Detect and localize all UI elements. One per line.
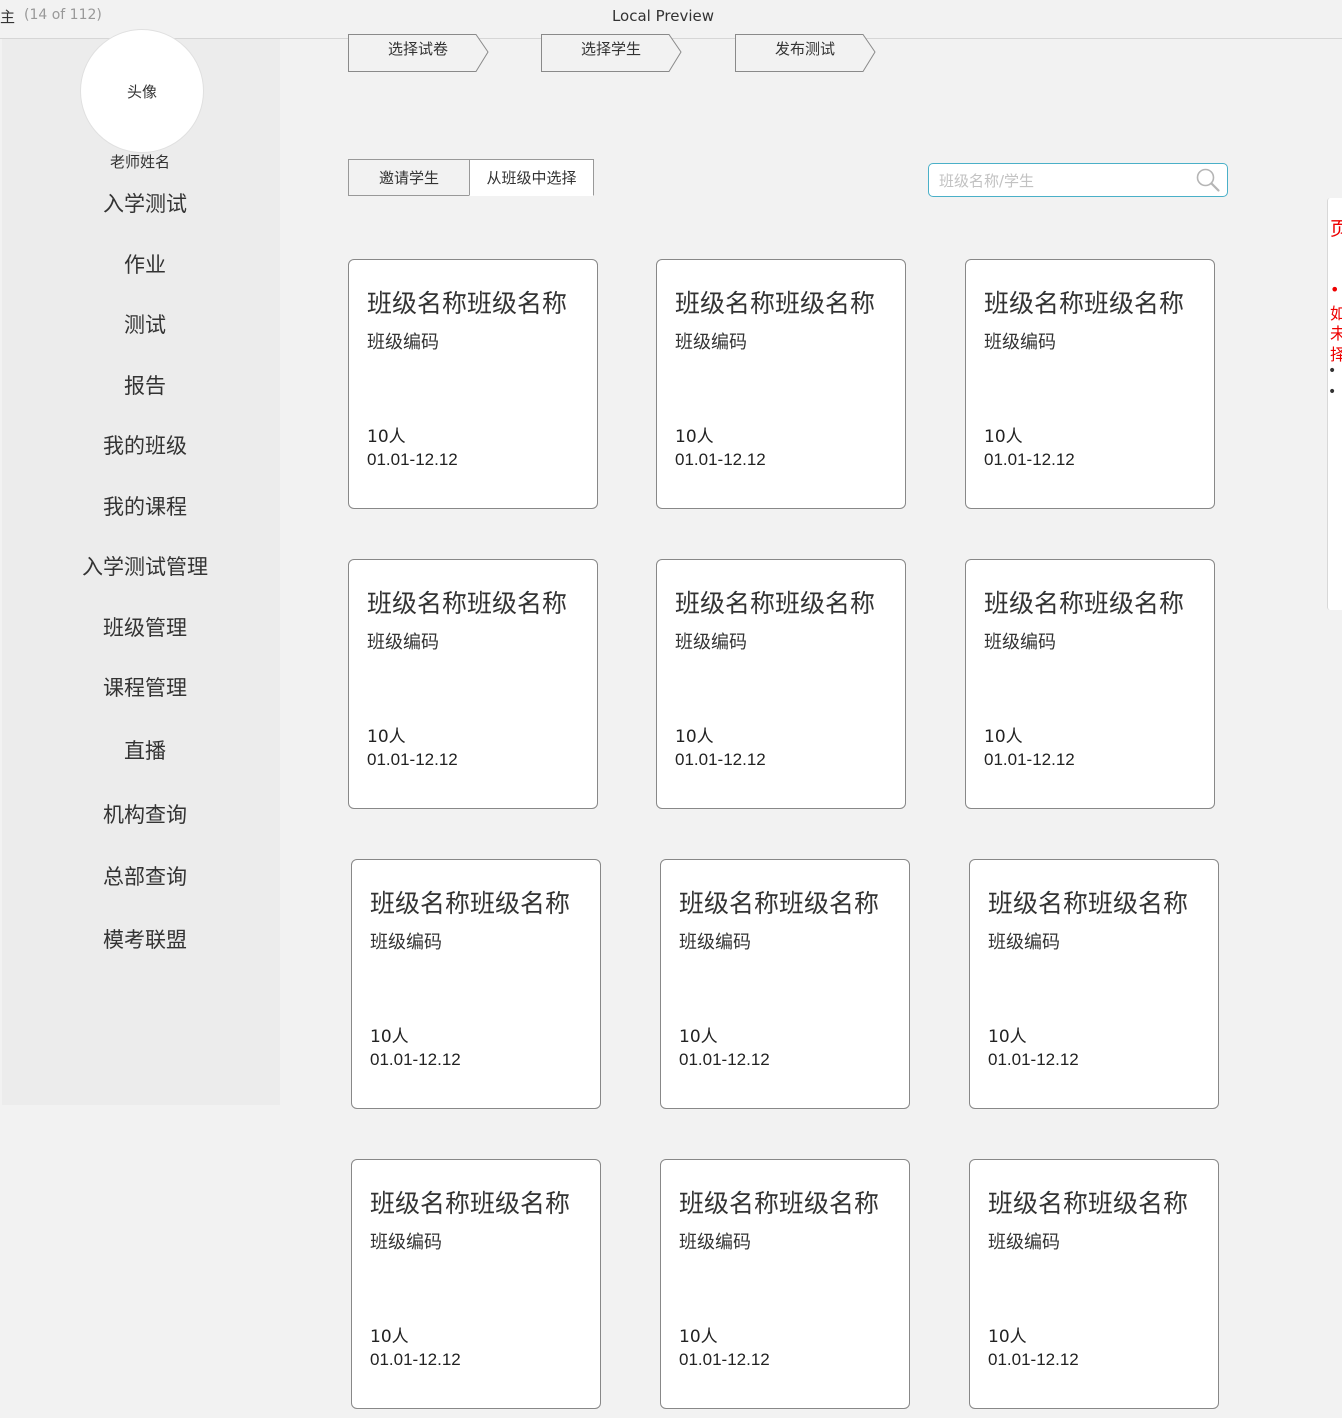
- student-count: 10人: [988, 1027, 1027, 1047]
- class-name: 班级名称班级名称: [988, 1189, 1189, 1218]
- avatar-label: 头像: [126, 82, 157, 101]
- class-name: 班级名称班级名称: [370, 889, 571, 918]
- student-count: 10人: [367, 427, 406, 447]
- student-count: 10人: [675, 727, 714, 747]
- date-range: 01.01-12.12: [370, 1050, 461, 1069]
- student-count: 10人: [675, 427, 714, 447]
- class-card[interactable]: 班级名称班级名称 班级编码 10人 01.01-12.12: [660, 1159, 910, 1409]
- class-code: 班级编码: [984, 332, 1056, 353]
- date-range: 01.01-12.12: [988, 1350, 1079, 1369]
- sidebar-item-my-classes[interactable]: 我的班级: [2, 430, 288, 460]
- class-card[interactable]: 班级名称班级名称 班级编码 10人 01.01-12.12: [965, 259, 1215, 509]
- class-name: 班级名称班级名称: [988, 889, 1189, 918]
- student-count: 10人: [367, 727, 406, 747]
- class-code: 班级编码: [675, 332, 747, 353]
- sidebar-item-course-management[interactable]: 课程管理: [2, 672, 288, 702]
- date-range: 01.01-12.12: [367, 750, 458, 769]
- sidebar-item-entrance-test[interactable]: 入学测试: [2, 188, 288, 218]
- search-box: [928, 163, 1228, 197]
- class-card[interactable]: 班级名称班级名称 班级编码 10人 01.01-12.12: [965, 559, 1215, 809]
- class-card[interactable]: 班级名称班级名称 班级编码 10人 01.01-12.12: [656, 559, 906, 809]
- student-count: 10人: [984, 427, 1023, 447]
- class-name: 班级名称班级名称: [367, 289, 568, 318]
- search-input[interactable]: [937, 168, 1191, 194]
- date-range: 01.01-12.12: [367, 450, 458, 469]
- date-range: 01.01-12.12: [988, 1050, 1079, 1069]
- sidebar-item-homework[interactable]: 作业: [2, 249, 288, 279]
- class-name: 班级名称班级名称: [679, 1189, 880, 1218]
- sidebar-item-report[interactable]: 报告: [2, 370, 288, 400]
- teacher-name: 老师姓名: [109, 153, 170, 171]
- class-code: 班级编码: [675, 632, 747, 653]
- class-code: 班级编码: [679, 1232, 751, 1253]
- date-range: 01.01-12.12: [679, 1350, 770, 1369]
- class-name: 班级名称班级名称: [370, 1189, 571, 1218]
- class-name: 班级名称班级名称: [675, 289, 876, 318]
- class-card[interactable]: 班级名称班级名称 班级编码 10人 01.01-12.12: [351, 1159, 601, 1409]
- annotation-title: 页: [1330, 214, 1342, 241]
- student-count: 10人: [984, 727, 1023, 747]
- student-count: 10人: [988, 1327, 1027, 1347]
- class-code: 班级编码: [367, 632, 439, 653]
- tab-invite-students[interactable]: 邀请学生: [348, 159, 470, 196]
- student-count: 10人: [370, 1327, 409, 1347]
- class-name: 班级名称班级名称: [984, 589, 1185, 618]
- student-count: 10人: [370, 1027, 409, 1047]
- search-icon[interactable]: [1195, 167, 1221, 197]
- sidebar-item-institution-query[interactable]: 机构查询: [2, 799, 288, 829]
- date-range: 01.01-12.12: [679, 1050, 770, 1069]
- sidebar-item-headquarters-query[interactable]: 总部查询: [2, 861, 288, 891]
- tab-select-from-class[interactable]: 从班级中选择: [469, 159, 594, 196]
- sidebar: 头像 老师姓名 入学测试 作业 测试 报告 我的班级 我的课程 入学测试管理 班…: [2, 29, 280, 1105]
- class-code: 班级编码: [370, 1232, 442, 1253]
- annotation-panel: 页 • 如 未 择 • •: [1327, 198, 1342, 610]
- sidebar-item-entrance-test-management[interactable]: 入学测试管理: [2, 551, 288, 581]
- step-label: 发布测试: [774, 40, 835, 58]
- date-range: 01.01-12.12: [675, 750, 766, 769]
- sidebar-item-my-courses[interactable]: 我的课程: [2, 491, 288, 521]
- annotation-line: 择: [1330, 341, 1342, 365]
- sidebar-item-mock-exam-alliance[interactable]: 模考联盟: [2, 924, 288, 954]
- class-card[interactable]: 班级名称班级名称 班级编码 10人 01.01-12.12: [656, 259, 906, 509]
- step-label: 选择试卷: [387, 40, 448, 58]
- date-range: 01.01-12.12: [984, 750, 1075, 769]
- class-card[interactable]: 班级名称班级名称 班级编码 10人 01.01-12.12: [351, 859, 601, 1109]
- student-count: 10人: [679, 1327, 718, 1347]
- class-card[interactable]: 班级名称班级名称 班级编码 10人 01.01-12.12: [969, 1159, 1219, 1409]
- annotation-line: •: [1330, 280, 1340, 299]
- annotation-bullet: •: [1328, 384, 1337, 400]
- student-count: 10人: [679, 1027, 718, 1047]
- date-range: 01.01-12.12: [370, 1350, 461, 1369]
- class-code: 班级编码: [984, 632, 1056, 653]
- window-title: Local Preview: [611, 7, 715, 25]
- class-code: 班级编码: [679, 932, 751, 953]
- date-range: 01.01-12.12: [984, 450, 1075, 469]
- class-card[interactable]: 班级名称班级名称 班级编码 10人 01.01-12.12: [348, 259, 598, 509]
- class-card[interactable]: 班级名称班级名称 班级编码 10人 01.01-12.12: [660, 859, 910, 1109]
- class-name: 班级名称班级名称: [679, 889, 880, 918]
- class-code: 班级编码: [988, 932, 1060, 953]
- date-range: 01.01-12.12: [675, 450, 766, 469]
- sidebar-item-live[interactable]: 直播: [2, 735, 288, 765]
- class-name: 班级名称班级名称: [367, 589, 568, 618]
- class-code: 班级编码: [367, 332, 439, 353]
- class-card[interactable]: 班级名称班级名称 班级编码 10人 01.01-12.12: [348, 559, 598, 809]
- sidebar-item-test[interactable]: 测试: [2, 309, 288, 339]
- class-code: 班级编码: [370, 932, 442, 953]
- class-code: 班级编码: [988, 1232, 1060, 1253]
- annotation-bullet: •: [1328, 363, 1337, 379]
- step-label: 选择学生: [580, 40, 641, 58]
- class-card[interactable]: 班级名称班级名称 班级编码 10人 01.01-12.12: [969, 859, 1219, 1109]
- sidebar-item-class-management[interactable]: 班级管理: [2, 612, 288, 642]
- class-name: 班级名称班级名称: [984, 289, 1185, 318]
- class-name: 班级名称班级名称: [675, 589, 876, 618]
- avatar[interactable]: 头像: [80, 29, 204, 153]
